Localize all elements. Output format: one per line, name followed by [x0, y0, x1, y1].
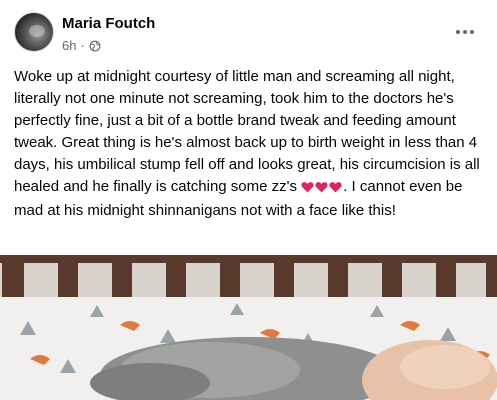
post-photo[interactable]	[0, 255, 497, 400]
meta-separator: ·	[80, 38, 85, 53]
more-options-icon[interactable]	[455, 22, 475, 42]
post-text-main: Woke up at midnight courtesy of little m…	[14, 68, 480, 195]
heart-icon	[329, 182, 342, 193]
post-text: Woke up at midnight courtesy of little m…	[14, 66, 486, 222]
baby-in-crib-photo	[0, 255, 497, 400]
author-name[interactable]: Maria Foutch	[62, 15, 155, 32]
heart-icon	[315, 182, 328, 193]
post-meta: 6h ·	[62, 38, 101, 53]
post-header: Maria Foutch 6h ·	[0, 0, 497, 62]
author-avatar[interactable]	[14, 12, 54, 52]
post-time[interactable]: 6h	[62, 38, 76, 53]
globe-icon[interactable]	[89, 40, 101, 52]
heart-emoji-group	[301, 178, 343, 200]
heart-icon	[301, 182, 314, 193]
